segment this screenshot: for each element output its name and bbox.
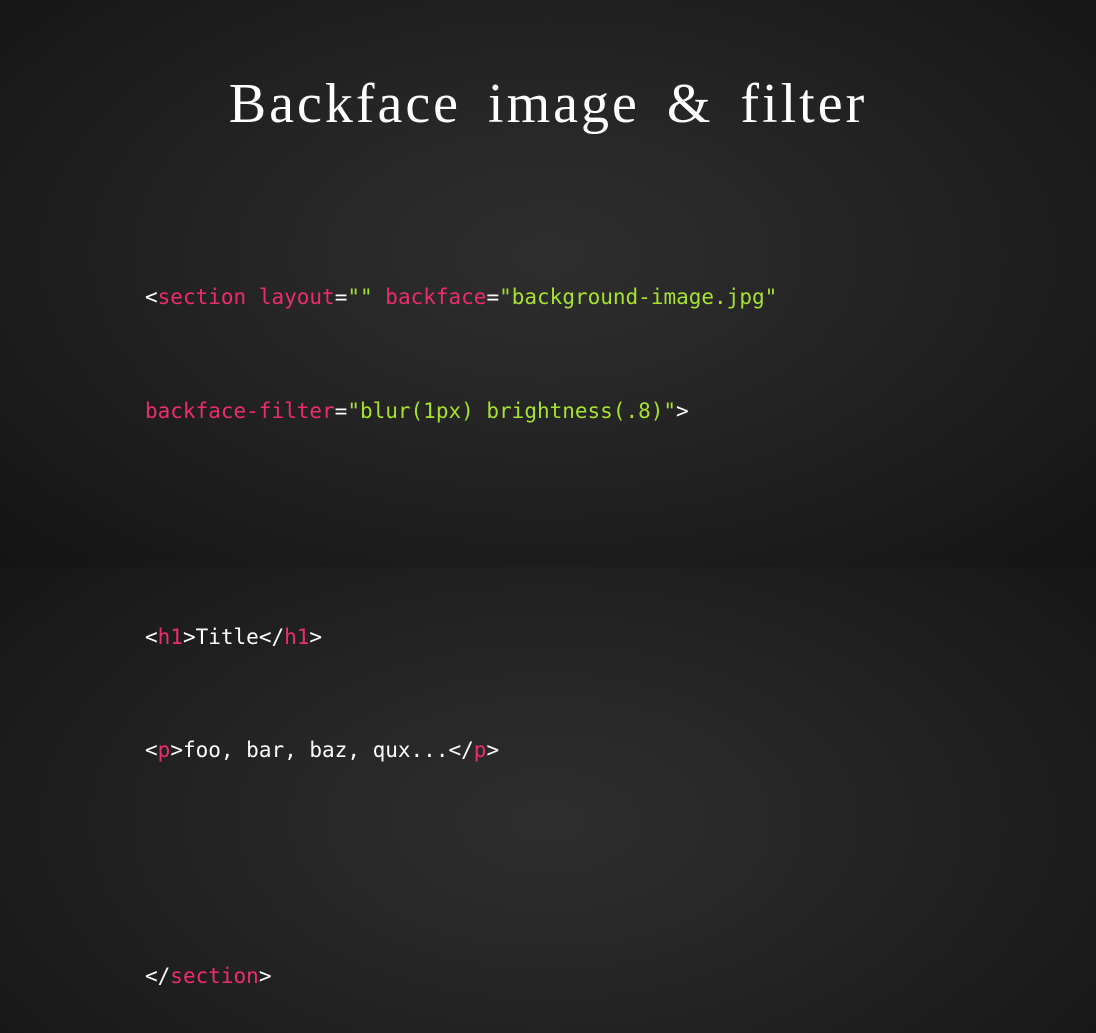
- code-punct: =: [334, 285, 348, 310]
- code-string: "blur(1px) brightness(.8)": [347, 398, 677, 423]
- code-punct: =: [334, 398, 348, 423]
- code-attr: backface-filter: [145, 398, 335, 423]
- code-line-7: </section>: [145, 958, 777, 996]
- code-punct: </: [258, 624, 285, 649]
- code-punct: <: [145, 737, 158, 762]
- code-punct: >: [170, 737, 183, 762]
- code-string: "": [347, 285, 373, 310]
- code-punct: </: [145, 963, 171, 988]
- code-tag: section: [170, 963, 259, 988]
- code-punct: </: [448, 737, 474, 762]
- code-punct: <: [145, 285, 158, 310]
- code-line-1: <section layout="" backface="background-…: [145, 279, 777, 317]
- slide-title: Backface image & filter: [228, 73, 868, 135]
- code-tag: h1: [284, 624, 310, 649]
- code-line-4: <h1>Title</h1>: [145, 619, 777, 657]
- code-punct: >: [486, 737, 500, 762]
- code-block: <section layout="" backface="background-…: [145, 204, 777, 1033]
- code-line-2: backface-filter="blur(1px) brightness(.8…: [145, 393, 777, 431]
- code-punct: >: [676, 398, 689, 423]
- code-attr: backface: [385, 285, 487, 310]
- code-attr: layout: [258, 285, 335, 310]
- code-tag: h1: [157, 624, 183, 649]
- code-punct: >: [309, 624, 323, 649]
- code-line-5: <p>foo, bar, baz, qux...</p>: [145, 732, 777, 770]
- code-string: "background-image.jpg": [499, 285, 778, 310]
- code-text: Title: [195, 624, 259, 649]
- code-punct: >: [182, 624, 196, 649]
- code-tag: p: [157, 737, 171, 762]
- code-tag: p: [473, 737, 487, 762]
- code-tag: section: [157, 285, 247, 310]
- code-text: foo, bar, baz, qux...: [182, 737, 449, 762]
- code-punct: <: [145, 624, 158, 649]
- code-punct: =: [486, 285, 500, 310]
- code-punct: >: [258, 963, 272, 988]
